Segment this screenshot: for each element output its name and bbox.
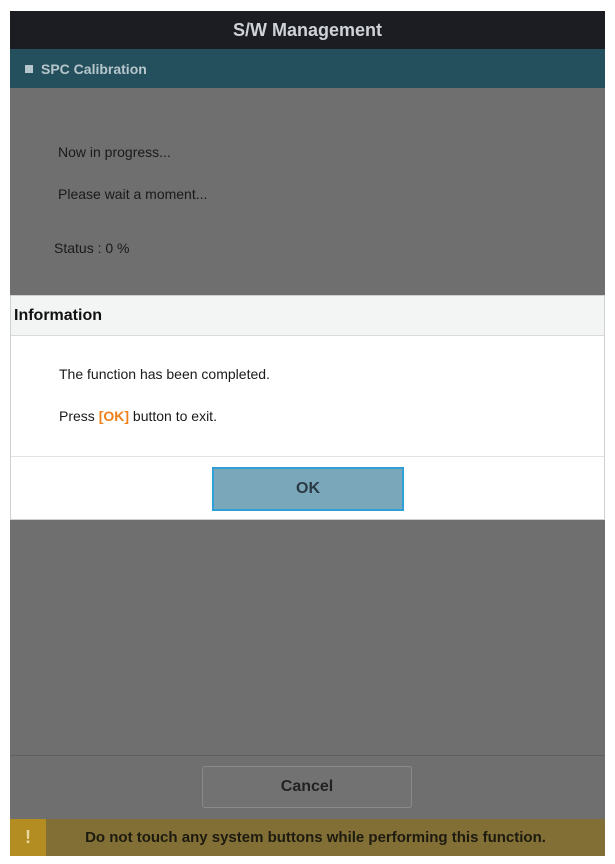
progress-message: Now in progress... xyxy=(58,144,171,160)
exclamation-icon: ! xyxy=(10,819,46,856)
square-bullet-icon xyxy=(25,64,33,73)
section-title: SPC Calibration xyxy=(41,60,147,77)
wait-message: Please wait a moment... xyxy=(58,186,208,202)
section-header: SPC Calibration xyxy=(10,49,605,88)
instruction-suffix: button to exit. xyxy=(129,408,217,424)
app-screen: S/W Management SPC Calibration Now in pr… xyxy=(10,11,605,856)
warning-bar: ! Do not touch any system buttons while … xyxy=(10,819,605,856)
dialog-header: Information xyxy=(11,296,604,336)
ok-highlight: [OK] xyxy=(98,408,130,424)
cancel-button[interactable]: Cancel xyxy=(202,766,412,808)
footer-divider xyxy=(10,755,605,756)
window-title: S/W Management xyxy=(232,19,383,40)
instruction-prefix: Press xyxy=(59,408,99,424)
title-bar: S/W Management xyxy=(10,11,605,49)
dialog-message: The function has been completed. xyxy=(59,366,270,382)
dialog-title: Information xyxy=(14,306,102,324)
warning-text: Do not touch any system buttons while pe… xyxy=(85,829,546,846)
ok-button[interactable]: OK xyxy=(212,467,404,511)
information-dialog: Information The function has been comple… xyxy=(10,295,605,520)
dialog-divider xyxy=(11,456,604,457)
status-text: Status : 0 % xyxy=(54,240,130,256)
dialog-instruction: Press [OK] button to exit. xyxy=(59,408,217,424)
